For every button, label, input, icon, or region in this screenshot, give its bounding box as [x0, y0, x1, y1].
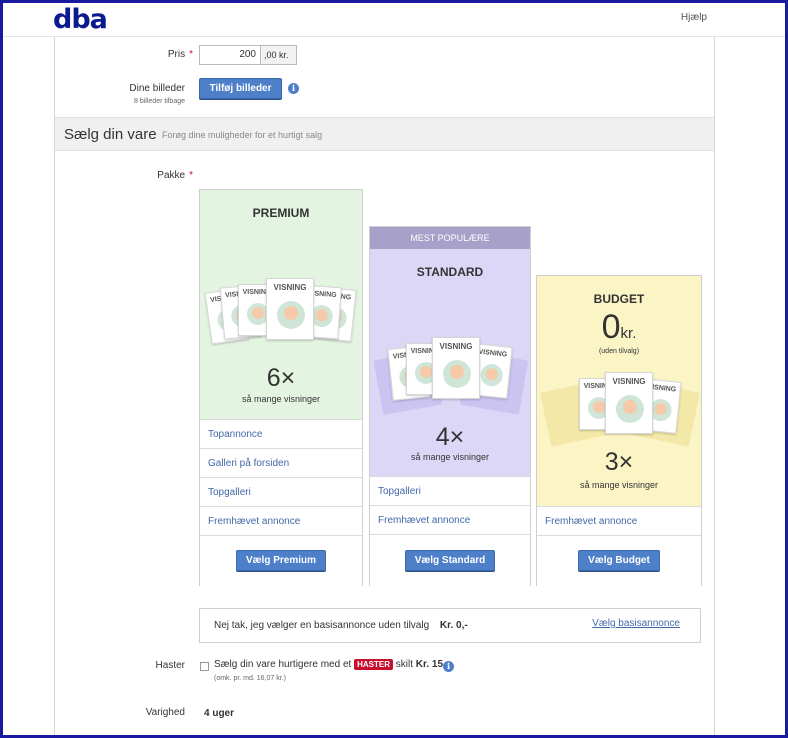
premium-illustration: VISNING VISNING VISNING VISNING VISNING … — [204, 278, 357, 362]
budget-price-value: 0 — [601, 308, 621, 346]
premium-button-row: Vælg Premium — [200, 535, 362, 586]
section-title: Sælg din vare — [64, 126, 157, 143]
section-subtitle: Forøg dine muligheder for et hurtigt sal… — [162, 130, 323, 140]
premium-title: PREMIUM — [252, 206, 310, 220]
help-link[interactable]: Hjælp — [681, 12, 707, 23]
premium-multiplier-sub: så mange visninger — [241, 394, 321, 404]
duration-label: Varighed — [145, 707, 185, 718]
package-label: Pakke * — [157, 170, 193, 181]
section-header: Sælg din vare Forøg dine muligheder for … — [55, 117, 714, 151]
haster-checkbox[interactable] — [200, 662, 209, 671]
standard-illustration: VISNING VISNING VISNING VISNING — [373, 337, 529, 419]
choose-basis-link[interactable]: Vælg basisannonce — [592, 618, 680, 629]
select-standard-button[interactable]: Vælg Standard — [405, 550, 495, 571]
standard-title: STANDARD — [416, 265, 484, 279]
required-marker: * — [189, 49, 193, 60]
premium-multiplier: 6× — [266, 364, 296, 392]
price-label: Pris * — [167, 49, 193, 60]
budget-title: BUDGET — [593, 292, 645, 306]
haster-badge: HASTER — [354, 659, 393, 670]
premium-header: PREMIUM VISNING VISNING VISNING VISNING … — [200, 190, 362, 419]
basis-text: Nej tak, jeg vælger en basisannonce uden… — [214, 620, 468, 631]
top-bar: dba Hjælp — [3, 3, 785, 37]
feature-item: Fremhævet annonce — [370, 505, 530, 534]
budget-multiplier-sub: så mange visninger — [579, 480, 659, 490]
price-suffix: ,00 kr. — [261, 45, 297, 65]
view-card: VISNING — [432, 337, 480, 399]
feature-item: Topannonce — [200, 419, 362, 448]
add-images-button[interactable]: Tilføj billeder — [199, 78, 282, 99]
price-input[interactable]: 200 — [199, 45, 261, 65]
view-card: VISNING — [266, 278, 314, 340]
dba-logo[interactable]: dba — [53, 4, 108, 35]
budget-price-unit: kr. — [620, 325, 637, 342]
app-frame: dba Hjælp Pris * 200 ,00 kr. Dine billede… — [0, 0, 788, 738]
standard-multiplier-sub: så mange visninger — [410, 452, 490, 462]
budget-button-row: Vælg Budget — [537, 535, 701, 586]
images-remaining: 8 billeder tilbage — [134, 98, 185, 105]
feature-item: Topgalleri — [370, 476, 530, 505]
most-popular-ribbon: MEST POPULÆRE — [370, 227, 530, 249]
haster-text: Sælg din vare hurtigere med et HASTER sk… — [214, 659, 450, 670]
duration-value: 4 uger — [204, 708, 235, 719]
view-card: VISNING — [605, 372, 653, 434]
package-premium[interactable]: PREMIUM VISNING VISNING VISNING VISNING … — [199, 189, 363, 586]
haster-label: Haster — [155, 660, 185, 671]
basis-price: Kr. 0,- — [439, 620, 468, 631]
info-icon[interactable]: i — [443, 661, 454, 672]
basis-option: Nej tak, jeg vælger en basisannonce uden… — [199, 608, 701, 643]
package-standard[interactable]: MEST POPULÆRE STANDARD VISNING VISNING V… — [369, 226, 531, 586]
select-premium-button[interactable]: Vælg Premium — [236, 550, 326, 571]
haster-sub: (omk. pr. md. 16,07 kr.) — [214, 675, 286, 682]
feature-item: Topgalleri — [200, 477, 362, 506]
budget-illustration: VISNING VISNING VISNING — [539, 372, 701, 454]
feature-item: Fremhævet annonce — [200, 506, 362, 535]
feature-item: Fremhævet annonce — [537, 506, 701, 535]
select-budget-button[interactable]: Vælg Budget — [578, 550, 660, 571]
feature-item: Galleri på forsiden — [200, 448, 362, 477]
budget-multiplier: 3× — [604, 448, 634, 476]
info-icon[interactable]: i — [288, 83, 299, 94]
package-budget[interactable]: BUDGET 0kr. (uden tilvalg) VISNING VISNI… — [536, 275, 702, 586]
images-label: Dine billeder — [129, 83, 185, 94]
standard-multiplier: 4× — [435, 423, 465, 451]
budget-price: 0kr. — [537, 308, 701, 347]
form-page: Pris * 200 ,00 kr. Dine billeder 8 billed… — [54, 37, 715, 735]
budget-price-sub: (uden tilvalg) — [598, 348, 640, 355]
standard-button-row: Vælg Standard — [370, 534, 530, 586]
